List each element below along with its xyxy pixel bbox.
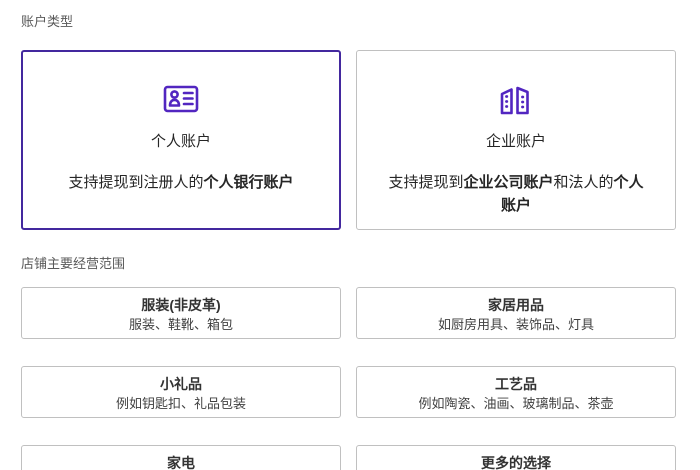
- business-scope-label: 店铺主要经营范围: [21, 256, 126, 271]
- id-card-icon: [23, 79, 339, 119]
- scope-card-small-gifts[interactable]: 小礼品 例如钥匙扣、礼品包装: [21, 366, 341, 418]
- desc-text: 支持提现到注册人的: [68, 174, 204, 191]
- scope-card-title: 家居用品: [488, 297, 544, 313]
- scope-card-subtitle: 服装、鞋靴、箱包: [128, 317, 233, 332]
- scope-card-subtitle: 例如陶瓷、油画、玻璃制品、茶壶: [418, 396, 614, 411]
- scope-card-crafts[interactable]: 工艺品 例如陶瓷、油画、玻璃制品、茶壶: [356, 366, 676, 418]
- personal-account-title: 个人账户: [150, 133, 211, 150]
- scope-card-more-choices[interactable]: 更多的选择: [356, 445, 676, 470]
- scope-card-clothing[interactable]: 服装(非皮革) 服装、鞋靴、箱包: [21, 287, 341, 339]
- personal-account-description: 支持提现到注册人的个人银行账户: [50, 172, 312, 195]
- account-card-enterprise[interactable]: 企业账户 支持提现到企业公司账户和法人的个人账户: [356, 50, 676, 230]
- desc-text-bold: 个人银行账户: [203, 174, 294, 191]
- scope-card-title: 服装(非皮革): [141, 297, 221, 313]
- scope-card-appliances[interactable]: 家电: [21, 445, 341, 470]
- business-scope-grid: 服装(非皮革) 服装、鞋靴、箱包 家居用品 如厨房用具、装饰品、灯具 小礼品 例…: [21, 287, 676, 470]
- scope-card-title: 更多的选择: [481, 455, 551, 470]
- enterprise-account-description: 支持提现到企业公司账户和法人的个人账户: [385, 172, 647, 217]
- desc-text: 和法人的: [553, 174, 614, 191]
- desc-text: 支持提现到: [388, 174, 464, 191]
- account-card-personal[interactable]: 个人账户 支持提现到注册人的个人银行账户: [21, 50, 341, 230]
- account-type-label: 账户类型: [21, 14, 74, 29]
- scope-card-title: 工艺品: [495, 376, 537, 392]
- scope-card-title: 小礼品: [160, 376, 202, 392]
- account-setup-page: 账户类型 个人账户 支持提现到注册人的个人银行账户 企业账户 支持提现到企业公司…: [0, 0, 676, 470]
- scope-card-household[interactable]: 家居用品 如厨房用具、装饰品、灯具: [356, 287, 676, 339]
- scope-card-subtitle: 如厨房用具、装饰品、灯具: [437, 317, 594, 332]
- buildings-icon: [357, 79, 675, 119]
- desc-text-bold: 企业公司账户: [463, 174, 554, 191]
- enterprise-account-title: 企业账户: [485, 133, 546, 150]
- scope-card-title: 家电: [167, 455, 195, 470]
- scope-card-subtitle: 例如钥匙扣、礼品包装: [115, 396, 246, 411]
- account-type-cards: 个人账户 支持提现到注册人的个人银行账户 企业账户 支持提现到企业公司账户和法人…: [21, 50, 676, 230]
